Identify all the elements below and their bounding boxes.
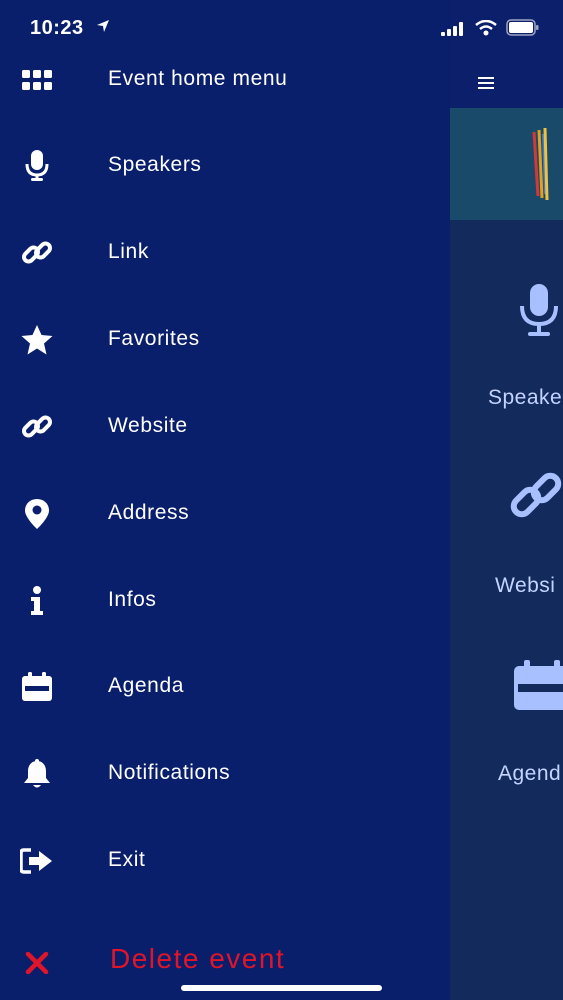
menu-item-speakers[interactable]: Speakers <box>0 136 450 196</box>
menu-item-event-home[interactable]: Event home menu <box>0 50 450 110</box>
menu-item-label: Website <box>108 414 188 437</box>
event-banner <box>450 108 563 220</box>
cellular-signal-icon <box>441 22 463 36</box>
microphone-icon <box>520 284 558 336</box>
menu-item-label: Agenda <box>108 674 185 697</box>
grid-icon <box>20 64 54 96</box>
bell-icon <box>20 758 54 790</box>
battery-icon <box>506 19 539 36</box>
menu-item-exit[interactable]: Exit <box>0 831 450 891</box>
star-icon <box>20 324 54 356</box>
info-icon <box>20 585 54 617</box>
map-pin-icon <box>20 498 54 530</box>
exit-icon <box>20 845 54 877</box>
menu-item-label: Infos <box>108 588 157 611</box>
menu-item-notifications[interactable]: Notifications <box>0 744 450 804</box>
menu-item-website[interactable]: Website <box>0 397 450 457</box>
delete-event-button[interactable]: Delete event <box>0 930 450 990</box>
menu-item-label: Favorites <box>108 327 200 350</box>
home-indicator <box>181 985 382 991</box>
location-arrow-icon <box>97 20 109 32</box>
menu-item-favorites[interactable]: Favorites <box>0 310 450 370</box>
menu-item-infos[interactable]: Infos <box>0 571 450 631</box>
menu-item-link[interactable]: Link <box>0 223 450 283</box>
menu-item-label: Event home menu <box>108 67 288 90</box>
link-icon <box>510 472 562 518</box>
wifi-icon <box>475 20 497 36</box>
calendar-icon <box>20 671 54 703</box>
calendar-icon <box>514 660 563 710</box>
hamburger-menu-icon[interactable] <box>478 77 494 91</box>
menu-item-label: Link <box>108 240 149 263</box>
menu-item-label: Notifications <box>108 761 231 784</box>
tile-agenda-label: Agend <box>498 762 562 785</box>
microphone-icon <box>20 150 54 182</box>
tile-speakers-label: Speake <box>488 386 563 409</box>
tile-website-label: Websi <box>495 574 556 597</box>
event-logo-icon <box>532 127 549 201</box>
status-time: 10:23 <box>30 17 84 39</box>
status-bar: 10:23 <box>0 0 563 56</box>
close-icon <box>20 947 54 979</box>
menu-item-label: Address <box>108 501 190 524</box>
link-icon <box>20 237 54 269</box>
menu-item-agenda[interactable]: Agenda <box>0 657 450 717</box>
menu-item-label: Speakers <box>108 153 202 176</box>
delete-event-label: Delete event <box>110 943 286 974</box>
menu-item-label: Exit <box>108 848 146 871</box>
menu-item-address[interactable]: Address <box>0 484 450 544</box>
link-icon <box>20 411 54 443</box>
side-drawer: Event home menu Speakers Link Favorites … <box>0 0 450 1000</box>
